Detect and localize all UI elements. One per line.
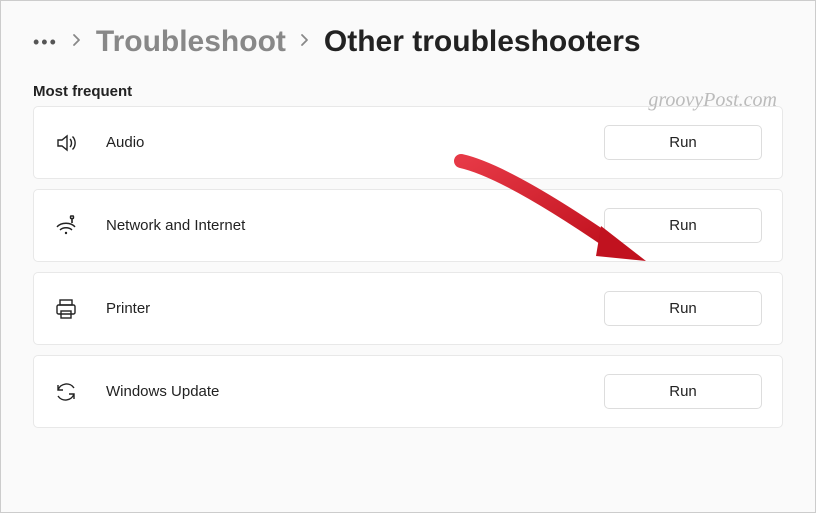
breadcrumb-more-icon[interactable]: ••• [33, 32, 58, 53]
network-icon [54, 214, 78, 238]
run-button[interactable]: Run [604, 125, 762, 160]
list-item: Windows Update Run [33, 355, 783, 428]
list-item: Audio Run [33, 106, 783, 179]
item-label: Audio [106, 134, 576, 151]
list-item: Network and Internet Run [33, 189, 783, 262]
item-label: Windows Update [106, 383, 576, 400]
watermark: groovyPost.com [648, 89, 777, 112]
run-button[interactable]: Run [604, 208, 762, 243]
item-label: Network and Internet [106, 217, 576, 234]
breadcrumb: ••• Troubleshoot Other troubleshooters [1, 1, 815, 75]
breadcrumb-parent[interactable]: Troubleshoot [96, 25, 286, 59]
troubleshooter-list: Audio Run Network and Internet Run Print… [1, 106, 815, 428]
chevron-right-icon [72, 33, 82, 52]
item-label: Printer [106, 300, 576, 317]
printer-icon [54, 297, 78, 321]
audio-icon [54, 131, 78, 155]
run-button[interactable]: Run [604, 374, 762, 409]
refresh-icon [54, 380, 78, 404]
list-item: Printer Run [33, 272, 783, 345]
run-button[interactable]: Run [604, 291, 762, 326]
breadcrumb-current: Other troubleshooters [324, 25, 641, 59]
chevron-right-icon [300, 33, 310, 52]
